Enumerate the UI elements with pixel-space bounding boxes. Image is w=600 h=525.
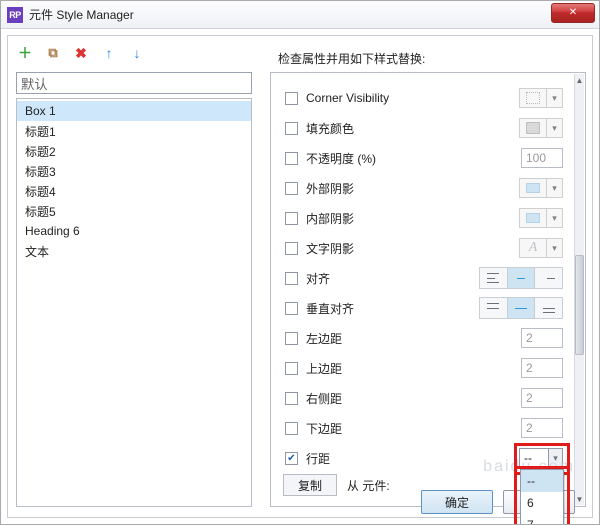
checkbox[interactable] [285,272,298,285]
style-list-item[interactable]: 标题1 [17,121,251,141]
checkbox[interactable]: ✔ [285,452,298,465]
checkbox[interactable] [285,362,298,375]
scroll-up-icon[interactable]: ▲ [575,74,584,86]
client-area: ＋ ⧉ ✖ ↑ ↓ 检查属性并用如下样式替换: Box 1标题1标题2标题3标题… [7,35,593,518]
line-spacing-option[interactable]: 7 [521,514,563,525]
prop-valign: 垂直对齐 [283,293,567,323]
titlebar: RP 元件 Style Manager ✕ [1,1,599,29]
line-spacing-option[interactable]: -- [521,470,563,492]
app-icon: RP [7,7,23,23]
prop-label: 不透明度 (%) [306,150,402,167]
prop-inner-shadow: 内部阴影 ▾ [283,203,567,233]
style-list-item[interactable]: 标题5 [17,201,251,221]
close-button[interactable]: ✕ [551,3,595,23]
prop-label: 行距 [306,450,402,467]
pad-bottom-input[interactable]: 2 [521,418,563,438]
prop-label: 垂直对齐 [306,300,402,317]
delete-icon[interactable]: ✖ [74,46,88,60]
prop-pad-bottom: 下边距 2 [283,413,567,443]
prop-label: 填充颜色 [306,120,402,137]
move-up-icon[interactable]: ↑ [102,46,116,60]
inner-shadow-dropdown[interactable]: ▾ [519,208,563,228]
pad-right-input[interactable]: 2 [521,388,563,408]
checkbox[interactable] [285,122,298,135]
fill-color-dropdown[interactable]: ▾ [519,118,563,138]
instructions-label: 检查属性并用如下样式替换: [278,50,425,67]
window-title: 元件 Style Manager [29,6,134,23]
pad-top-input[interactable]: 2 [521,358,563,378]
style-list-item[interactable]: Heading 6 [17,221,251,241]
prop-label: 右侧距 [306,390,402,407]
align-segmented[interactable] [479,267,563,289]
duplicate-icon[interactable]: ⧉ [46,46,60,60]
prop-pad-top: 上边距 2 [283,353,567,383]
scroll-thumb[interactable] [575,255,584,355]
scroll-down-icon[interactable]: ▼ [575,493,584,505]
checkbox[interactable] [285,212,298,225]
style-list-item[interactable]: Box 1 [17,101,251,121]
prop-label: 左边距 [306,330,402,347]
pad-left-input[interactable]: 2 [521,328,563,348]
prop-label: Corner Visibility [306,91,402,105]
valign-bottom-icon[interactable] [535,298,562,318]
checkbox[interactable] [285,182,298,195]
outer-shadow-dropdown[interactable]: ▾ [519,178,563,198]
properties-panel: ▲ ▼ Corner Visibility ▾ 填充颜色 ▾ 不透明度 (% [270,72,586,507]
style-list-item[interactable]: 标题2 [17,141,251,161]
prop-fill-color: 填充颜色 ▾ [283,113,567,143]
opacity-input[interactable]: 100 [521,148,563,168]
move-down-icon[interactable]: ↓ [130,46,144,60]
ok-button[interactable]: 确定 [421,490,493,514]
add-icon[interactable]: ＋ [18,46,32,60]
corner-visibility-dropdown[interactable]: ▾ [519,88,563,108]
prop-corner-visibility: Corner Visibility ▾ [283,83,567,113]
align-center-icon[interactable] [508,268,536,288]
prop-label: 上边距 [306,360,402,377]
align-left-icon[interactable] [480,268,508,288]
line-spacing-popup[interactable]: --678 [520,469,564,525]
text-shadow-dropdown[interactable]: A▾ [519,238,563,258]
checkbox[interactable] [285,332,298,345]
valign-top-icon[interactable] [480,298,508,318]
checkbox[interactable] [285,242,298,255]
prop-align: 对齐 [283,263,567,293]
style-list-item[interactable]: 标题3 [17,161,251,181]
toolbar: ＋ ⧉ ✖ ↑ ↓ [18,46,144,60]
prop-opacity: 不透明度 (%) 100 [283,143,567,173]
copy-button[interactable]: 复制 [283,474,337,496]
checkbox[interactable] [285,392,298,405]
scrollbar[interactable]: ▲ ▼ [574,74,584,505]
chevron-down-icon: ▾ [548,449,562,467]
valign-middle-icon[interactable] [508,298,536,318]
prop-pad-left: 左边距 2 [283,323,567,353]
prop-label: 外部阴影 [306,180,402,197]
prop-label: 内部阴影 [306,210,402,227]
align-right-icon[interactable] [535,268,562,288]
prop-label: 对齐 [306,270,402,287]
valign-segmented[interactable] [479,297,563,319]
properties-scroll: Corner Visibility ▾ 填充颜色 ▾ 不透明度 (%) 100 … [271,73,573,506]
line-spacing-value: -- [520,449,548,467]
checkbox[interactable] [285,302,298,315]
prop-text-shadow: 文字阴影 A▾ [283,233,567,263]
line-spacing-dropdown[interactable]: -- ▾ [519,448,563,468]
prop-pad-right: 右侧距 2 [283,383,567,413]
line-spacing-option[interactable]: 6 [521,492,563,514]
style-manager-window: RP 元件 Style Manager ✕ ＋ ⧉ ✖ ↑ ↓ 检查属性并用如下… [0,0,600,525]
checkbox[interactable] [285,422,298,435]
style-search-input[interactable] [16,72,252,94]
prop-label: 文字阴影 [306,240,402,257]
close-icon: ✕ [569,8,577,18]
prop-outer-shadow: 外部阴影 ▾ [283,173,567,203]
style-list-item[interactable]: 文本 [17,241,251,261]
copy-caption: 从 元件: [347,477,390,494]
style-list-item[interactable]: 标题4 [17,181,251,201]
checkbox[interactable] [285,152,298,165]
prop-label: 下边距 [306,420,402,437]
checkbox[interactable] [285,92,298,105]
style-list[interactable]: Box 1标题1标题2标题3标题4标题5Heading 6文本 [16,98,252,507]
